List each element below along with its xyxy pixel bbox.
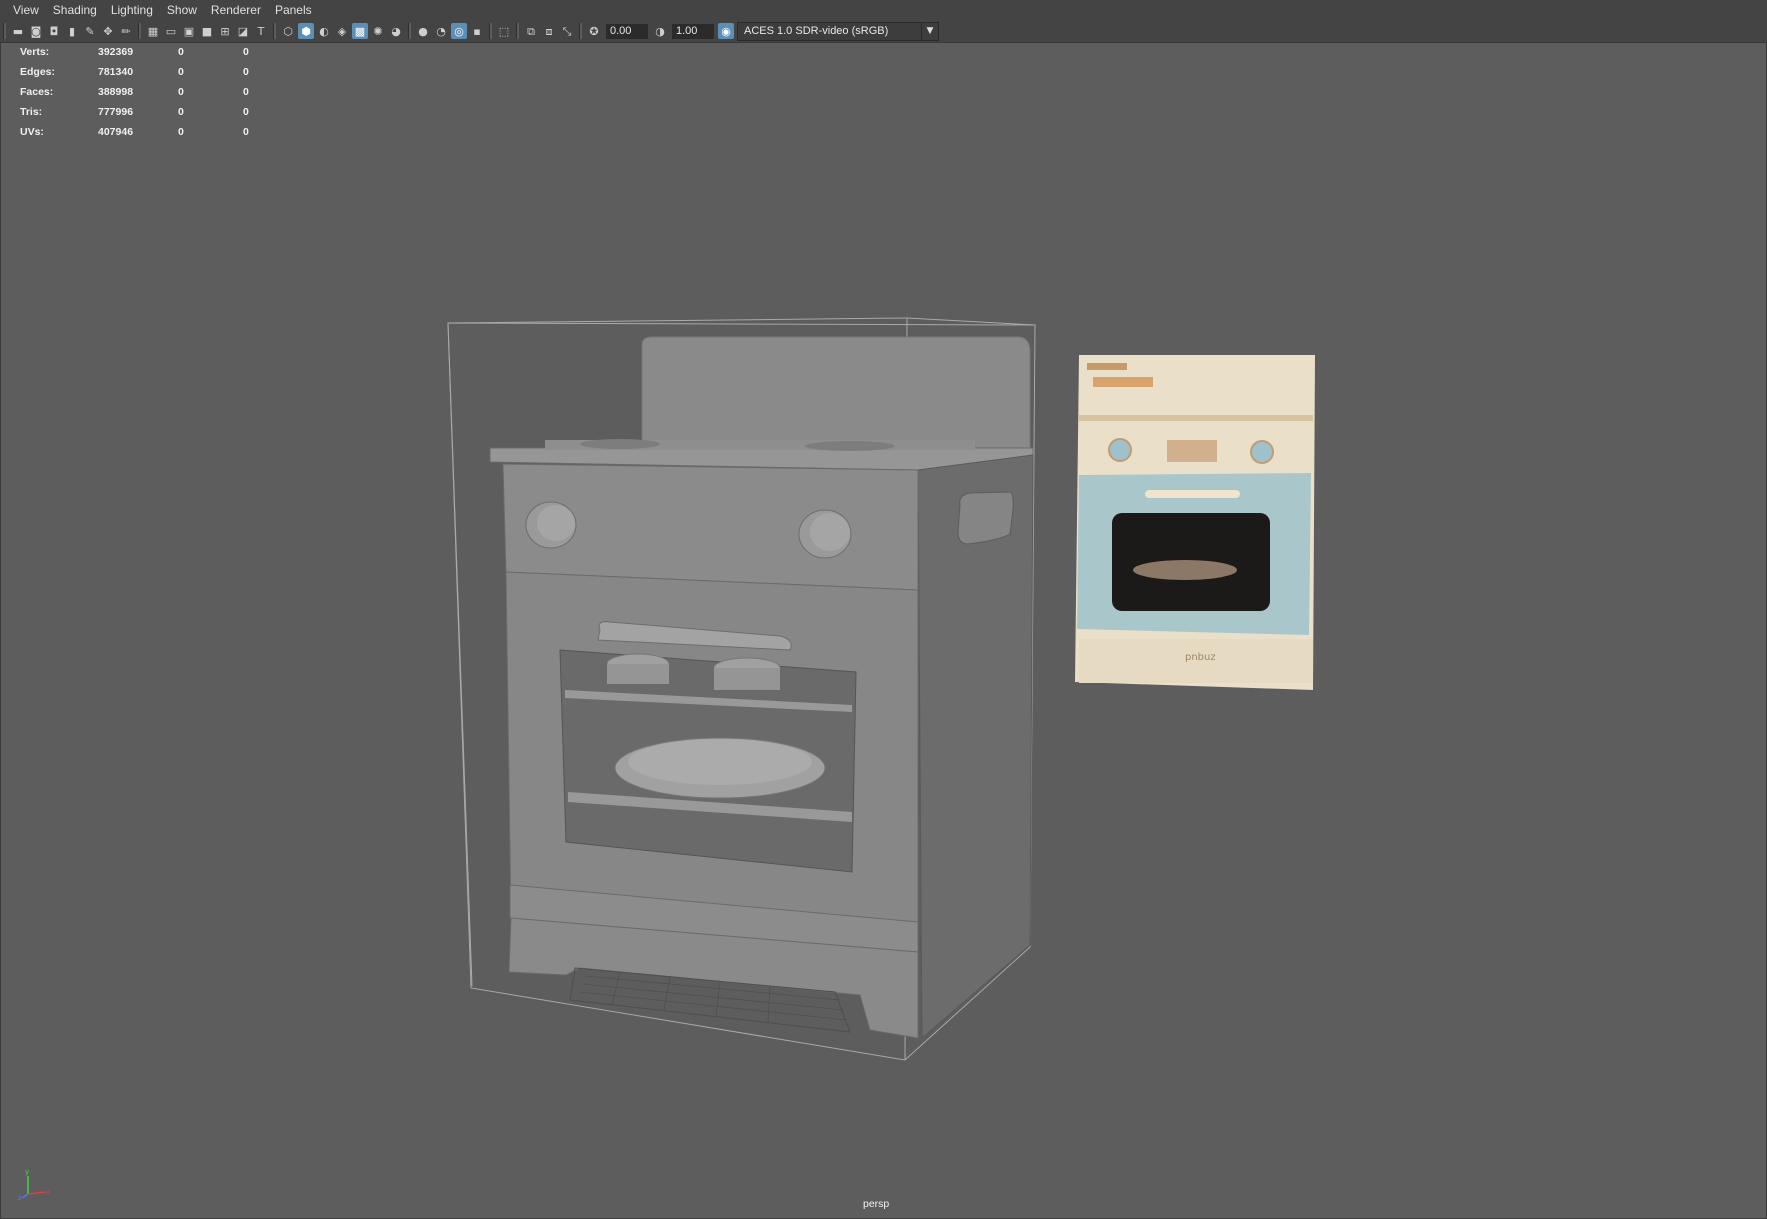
reference-logo-strip bbox=[1087, 363, 1127, 370]
reference-timer-panel bbox=[1167, 440, 1217, 462]
reference-pizza bbox=[1133, 560, 1237, 580]
reference-image-plane[interactable]: pnbuz bbox=[1075, 355, 1315, 695]
svg-text:z: z bbox=[18, 1194, 22, 1200]
backsplash bbox=[641, 336, 1031, 451]
view-axis-icon: y x z bbox=[18, 1168, 50, 1200]
reference-door-handle bbox=[1145, 490, 1240, 498]
burner bbox=[580, 439, 660, 449]
reference-cooktop-edge bbox=[1079, 415, 1313, 421]
stove-model[interactable] bbox=[0, 0, 1767, 1219]
knob-right-face bbox=[810, 513, 850, 551]
reference-knob-right bbox=[1250, 440, 1274, 464]
svg-text:y: y bbox=[25, 1168, 29, 1176]
reference-label-strip bbox=[1093, 377, 1153, 387]
reference-brand-text: pnbuz bbox=[1185, 652, 1216, 663]
knob-left-face bbox=[537, 505, 575, 541]
burner bbox=[805, 441, 895, 451]
muffin-cup bbox=[607, 664, 669, 684]
muffin-cup bbox=[714, 668, 780, 690]
reference-knob-left bbox=[1108, 438, 1132, 462]
pizza-top bbox=[628, 739, 812, 785]
svg-text:x: x bbox=[46, 1188, 50, 1196]
side-handle bbox=[957, 491, 1014, 545]
camera-name-label: persp bbox=[863, 1198, 890, 1210]
